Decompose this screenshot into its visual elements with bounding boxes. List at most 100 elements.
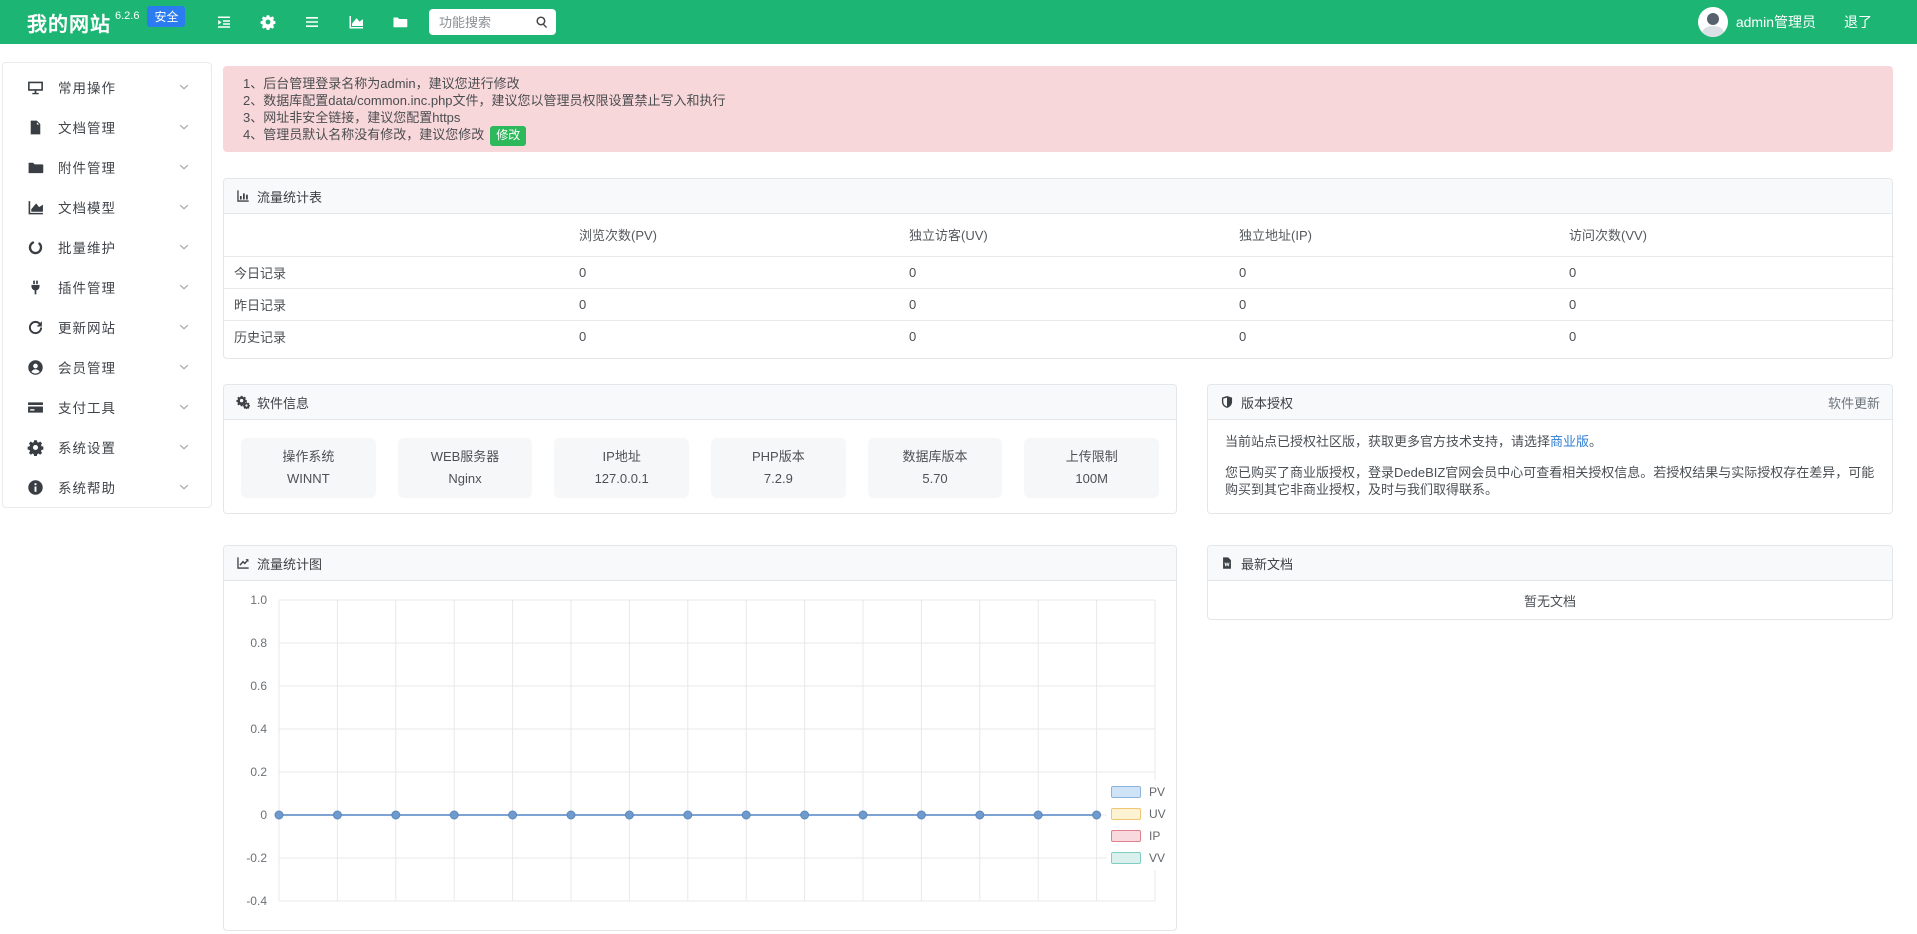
legend-label: VV <box>1149 851 1165 865</box>
sidebar-item-system-settings[interactable]: 系统设置 <box>3 427 211 467</box>
logout-button[interactable]: 退了 <box>1844 12 1872 32</box>
tile-value: 127.0.0.1 <box>554 471 689 487</box>
table-cell: 0 <box>901 320 1231 352</box>
sidebar-item-attachment-management[interactable]: 附件管理 <box>3 147 211 187</box>
svg-text:0.8: 0.8 <box>250 636 267 650</box>
sidebar-item-update-website[interactable]: 更新网站 <box>3 307 211 347</box>
avatar[interactable] <box>1698 7 1728 37</box>
svg-text:0: 0 <box>260 808 267 822</box>
svg-text:-0.4: -0.4 <box>246 894 267 908</box>
tile-label: WEB服务器 <box>398 449 533 465</box>
desktop-icon <box>27 79 44 96</box>
software-tile: IP地址 127.0.0.1 <box>554 438 689 498</box>
svg-text:0.4: 0.4 <box>250 722 267 736</box>
chart-legend: PV UV IP VV <box>1107 780 1170 870</box>
search-box <box>429 9 556 35</box>
sidebar-item-common-operations[interactable]: 常用操作 <box>3 67 211 107</box>
folder-icon[interactable] <box>392 14 408 30</box>
settings-icon[interactable] <box>260 14 276 30</box>
column-header: 浏览次数(PV) <box>571 214 901 256</box>
sidebar-item-document-management[interactable]: 文档管理 <box>3 107 211 147</box>
refresh-icon <box>27 319 44 336</box>
traffic-chart-header: 流量统计图 <box>224 546 1176 581</box>
tile-value: WINNT <box>241 471 376 487</box>
column-header: 独立访客(UV) <box>901 214 1231 256</box>
chevron-down-icon <box>177 360 191 374</box>
sidebar-item-label: 文档模型 <box>58 197 116 217</box>
row-label: 历史记录 <box>224 320 571 352</box>
tile-label: IP地址 <box>554 449 689 465</box>
sidebar-item-label: 系统帮助 <box>58 477 116 497</box>
traffic-table: 浏览次数(PV)独立访客(UV)独立地址(IP)访问次数(VV)今日记录0000… <box>224 214 1894 352</box>
row-label: 今日记录 <box>224 256 571 288</box>
legend-item-IP[interactable]: IP <box>1111 825 1166 847</box>
sidebar-item-label: 批量维护 <box>58 237 116 257</box>
legend-swatch <box>1111 852 1141 864</box>
traffic-chart-card: 流量统计图 1.00.80.60.40.20-0.2-0.4 PVUVIPVV <box>223 545 1177 931</box>
chevron-down-icon <box>177 200 191 214</box>
software-tile: 数据库版本5.70 <box>868 438 1003 498</box>
sidebar-item-label: 常用操作 <box>58 77 116 97</box>
row-label: 昨日记录 <box>224 288 571 320</box>
sidebar-item-batch-maintenance[interactable]: 批量维护 <box>3 227 211 267</box>
table-header-row: 浏览次数(PV)独立访客(UV)独立地址(IP)访问次数(VV) <box>224 214 1894 256</box>
software-tile: WEB服务器Nginx <box>398 438 533 498</box>
sidebar: 常用操作文档管理附件管理文档模型批量维护插件管理更新网站会员管理支付工具系统设置… <box>2 62 212 508</box>
table-cell: 0 <box>1561 320 1894 352</box>
chevron-down-icon <box>177 480 191 494</box>
notice-line: 3、网址非安全链接，建议您配置https <box>243 109 1873 126</box>
software-info-header: 软件信息 <box>224 385 1176 420</box>
traffic-chart-title: 流量统计图 <box>257 554 322 573</box>
table-row: 昨日记录0000 <box>224 288 1894 320</box>
sidebar-item-member-management[interactable]: 会员管理 <box>3 347 211 387</box>
license-card: 版本授权 软件更新 当前站点已授权社区版，获取更多官方技术支持，请选择商业版。 … <box>1207 384 1893 514</box>
legend-label: UV <box>1149 807 1166 821</box>
notice-line: 2、数据库配置data/common.inc.php文件，建议您以管理员权限设置… <box>243 92 1873 109</box>
edit-badge-button[interactable]: 修改 <box>490 126 526 146</box>
legend-item-PV[interactable]: PV <box>1111 781 1166 803</box>
tile-value: 7.2.9 <box>711 471 846 487</box>
latest-docs-card: 最新文档 暂无文档 <box>1207 545 1893 620</box>
software-info-title: 软件信息 <box>257 393 309 412</box>
chart-area-icon[interactable] <box>348 14 364 30</box>
search-icon[interactable] <box>535 15 549 29</box>
username[interactable]: admin管理员 <box>1736 12 1816 32</box>
table-cell: 0 <box>571 320 901 352</box>
sidebar-item-document-models[interactable]: 文档模型 <box>3 187 211 227</box>
traffic-table-title: 流量统计表 <box>257 187 322 206</box>
user-area: admin管理员 退了 <box>1698 0 1872 44</box>
doc-w-icon <box>1220 556 1234 570</box>
tile-value: 5.70 <box>868 471 1003 487</box>
security-badge[interactable]: 安全 <box>147 6 185 27</box>
license-paragraph-1: 当前站点已授权社区版，获取更多官方技术支持，请选择商业版。 <box>1225 433 1875 451</box>
menu-icon[interactable] <box>304 14 320 30</box>
legend-label: PV <box>1149 785 1165 799</box>
shield-icon <box>1220 395 1234 409</box>
traffic-table-card: 流量统计表 浏览次数(PV)独立访客(UV)独立地址(IP)访问次数(VV)今日… <box>223 178 1893 359</box>
table-cell: 0 <box>1561 288 1894 320</box>
tile-label: 操作系统 <box>241 449 376 465</box>
sidebar-item-label: 更新网站 <box>58 317 116 337</box>
table-cell: 0 <box>571 256 901 288</box>
legend-item-UV[interactable]: UV <box>1111 803 1166 825</box>
sidebar-item-label: 插件管理 <box>58 277 116 297</box>
software-tile: 操作系统 WINNT <box>241 438 376 498</box>
sidebar-item-payment-tools[interactable]: 支付工具 <box>3 387 211 427</box>
software-update-link[interactable]: 软件更新 <box>1828 393 1880 412</box>
table-cell: 0 <box>901 256 1231 288</box>
notice-line: 4、管理员默认名称没有修改，建议您修改修改 <box>243 126 1873 146</box>
bar-chart-icon <box>236 189 250 203</box>
user-circle-icon <box>27 359 44 376</box>
folder-icon <box>27 159 44 176</box>
commercial-edition-link[interactable]: 商业版 <box>1550 434 1589 449</box>
top-header: 我的网站 6.2.6 安全 admin管理员 退了 <box>0 0 1917 44</box>
license-paragraph-2: 您已购买了商业版授权，登录DedeBIZ官网会员中心可查看相关授权信息。若授权结… <box>1225 464 1875 499</box>
line-chart-icon <box>236 556 250 570</box>
software-info-card: 软件信息 操作系统WINNTWEB服务器NginxIP地址127.0.0.1PH… <box>223 384 1177 514</box>
collapse-sidebar-icon[interactable] <box>216 14 232 30</box>
legend-item-VV[interactable]: VV <box>1111 847 1166 869</box>
sidebar-item-system-help[interactable]: 系统帮助 <box>3 467 211 507</box>
sidebar-item-plugin-management[interactable]: 插件管理 <box>3 267 211 307</box>
table-cell: 0 <box>1561 256 1894 288</box>
column-header: 独立地址(IP) <box>1231 214 1561 256</box>
